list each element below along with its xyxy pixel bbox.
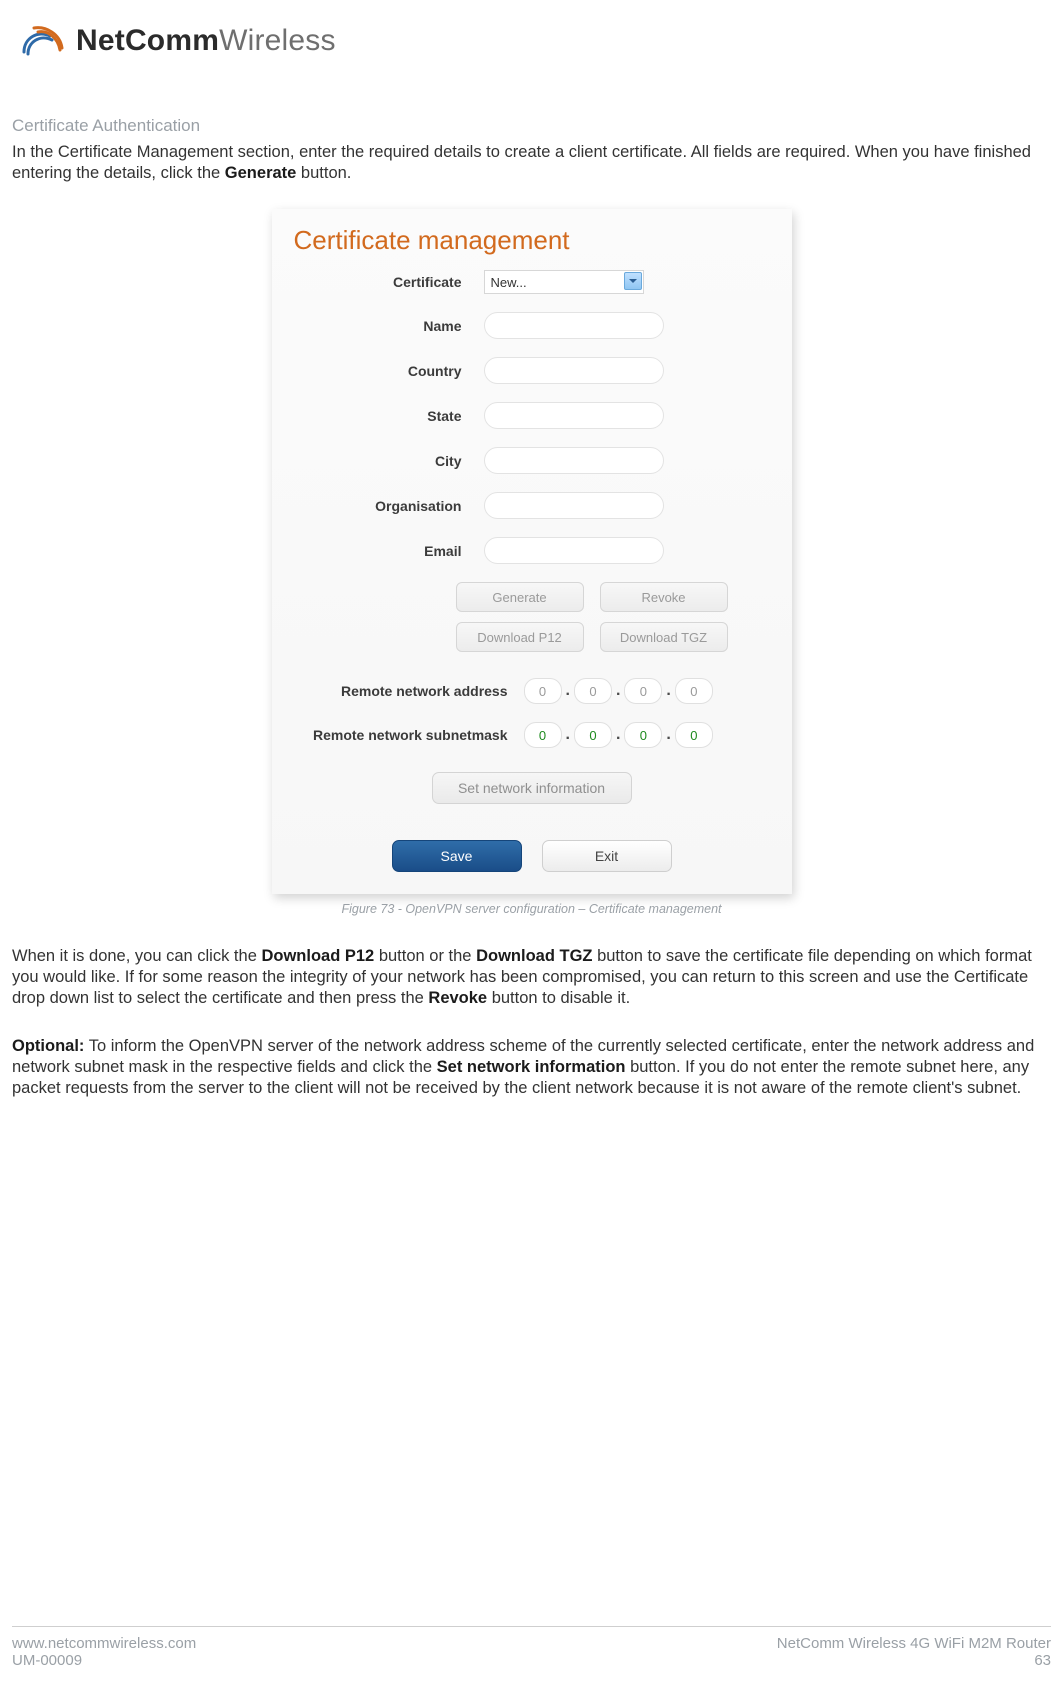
buttons-row-1: Generate Revoke bbox=[414, 582, 770, 612]
row-certificate: Certificate bbox=[294, 270, 770, 294]
footer-page-number: 63 bbox=[777, 1652, 1051, 1669]
row-state: State bbox=[294, 402, 770, 429]
section-heading: Certificate Authentication bbox=[12, 116, 1051, 136]
revoke-button[interactable]: Revoke bbox=[600, 582, 728, 612]
state-input[interactable] bbox=[484, 402, 664, 429]
dot-icon: . bbox=[616, 682, 620, 700]
label-email: Email bbox=[294, 543, 484, 559]
remote-addr-octet-4[interactable] bbox=[675, 678, 713, 704]
name-input[interactable] bbox=[484, 312, 664, 339]
brand-name-light: Wireless bbox=[219, 24, 336, 57]
download-p12-button[interactable]: Download P12 bbox=[456, 622, 584, 652]
download-tgz-button[interactable]: Download TGZ bbox=[600, 622, 728, 652]
p2-b0: Optional: bbox=[12, 1037, 84, 1055]
buttons-row-2: Download P12 Download TGZ bbox=[414, 622, 770, 652]
row-country: Country bbox=[294, 357, 770, 384]
footer-product: NetComm Wireless 4G WiFi M2M Router bbox=[777, 1635, 1051, 1652]
remote-subnetmask-group: . . . bbox=[524, 722, 713, 748]
p1-b1: Download P12 bbox=[261, 947, 374, 965]
paragraph-1: When it is done, you can click the Downl… bbox=[12, 946, 1051, 1009]
intro-bold-generate: Generate bbox=[225, 164, 297, 182]
label-certificate: Certificate bbox=[294, 274, 484, 290]
row-city: City bbox=[294, 447, 770, 474]
label-city: City bbox=[294, 453, 484, 469]
brand-name-bold: NetComm bbox=[76, 24, 219, 57]
label-name: Name bbox=[294, 318, 484, 334]
save-button[interactable]: Save bbox=[392, 840, 522, 872]
remote-mask-octet-1[interactable] bbox=[524, 722, 562, 748]
label-state: State bbox=[294, 408, 484, 424]
city-input[interactable] bbox=[484, 447, 664, 474]
dot-icon: . bbox=[566, 726, 570, 744]
email-input[interactable] bbox=[484, 537, 664, 564]
generate-button[interactable]: Generate bbox=[456, 582, 584, 612]
set-network-row: Set network information bbox=[294, 772, 770, 804]
label-country: Country bbox=[294, 363, 484, 379]
certificate-select-value[interactable] bbox=[484, 270, 644, 294]
panel-title: Certificate management bbox=[294, 225, 770, 256]
country-input[interactable] bbox=[484, 357, 664, 384]
label-remote-subnetmask: Remote network subnetmask bbox=[294, 727, 524, 743]
footer-right: NetComm Wireless 4G WiFi M2M Router 63 bbox=[777, 1635, 1051, 1669]
p2-b1: Set network information bbox=[437, 1058, 626, 1076]
p1-b2: Download TGZ bbox=[476, 947, 592, 965]
paragraph-2: Optional: To inform the OpenVPN server o… bbox=[12, 1036, 1051, 1099]
save-exit-row: Save Exit bbox=[294, 840, 770, 872]
dot-icon: . bbox=[566, 682, 570, 700]
remote-address-group: . . . bbox=[524, 678, 713, 704]
footer-doc-id: UM-00009 bbox=[12, 1652, 196, 1669]
remote-addr-octet-2[interactable] bbox=[574, 678, 612, 704]
row-remote-address: Remote network address . . . bbox=[294, 678, 770, 704]
remote-addr-octet-1[interactable] bbox=[524, 678, 562, 704]
footer-url: www.netcommwireless.com bbox=[12, 1635, 196, 1652]
label-organisation: Organisation bbox=[294, 498, 484, 514]
intro-text-1: In the Certificate Management section, e… bbox=[12, 143, 1031, 182]
dot-icon: . bbox=[616, 726, 620, 744]
certificate-management-panel: Certificate management Certificate Name … bbox=[272, 209, 792, 894]
row-organisation: Organisation bbox=[294, 492, 770, 519]
remote-mask-octet-4[interactable] bbox=[675, 722, 713, 748]
brand-logo-text: NetCommWireless bbox=[76, 24, 336, 58]
dot-icon: . bbox=[666, 726, 670, 744]
organisation-input[interactable] bbox=[484, 492, 664, 519]
row-name: Name bbox=[294, 312, 770, 339]
row-email: Email bbox=[294, 537, 770, 564]
remote-mask-octet-2[interactable] bbox=[574, 722, 612, 748]
footer-left: www.netcommwireless.com UM-00009 bbox=[12, 1635, 196, 1669]
certificate-select[interactable] bbox=[484, 270, 644, 294]
set-network-information-button[interactable]: Set network information bbox=[432, 772, 632, 804]
label-remote-address: Remote network address bbox=[294, 683, 524, 699]
chevron-down-icon[interactable] bbox=[624, 272, 642, 290]
brand-logo-mark bbox=[20, 24, 66, 58]
p1-t2: button or the bbox=[374, 947, 476, 965]
brand-logo: NetCommWireless bbox=[20, 24, 1051, 58]
page-footer: www.netcommwireless.com UM-00009 NetComm… bbox=[12, 1626, 1051, 1669]
dot-icon: . bbox=[666, 682, 670, 700]
intro-text-2: button. bbox=[296, 164, 351, 182]
remote-mask-octet-3[interactable] bbox=[624, 722, 662, 748]
p1-t1: When it is done, you can click the bbox=[12, 947, 261, 965]
remote-addr-octet-3[interactable] bbox=[624, 678, 662, 704]
p1-t4: button to disable it. bbox=[487, 989, 630, 1007]
p1-b3: Revoke bbox=[428, 989, 487, 1007]
exit-button[interactable]: Exit bbox=[542, 840, 672, 872]
figure-caption: Figure 73 - OpenVPN server configuration… bbox=[12, 902, 1051, 916]
intro-paragraph: In the Certificate Management section, e… bbox=[12, 142, 1051, 183]
row-remote-subnetmask: Remote network subnetmask . . . bbox=[294, 722, 770, 748]
